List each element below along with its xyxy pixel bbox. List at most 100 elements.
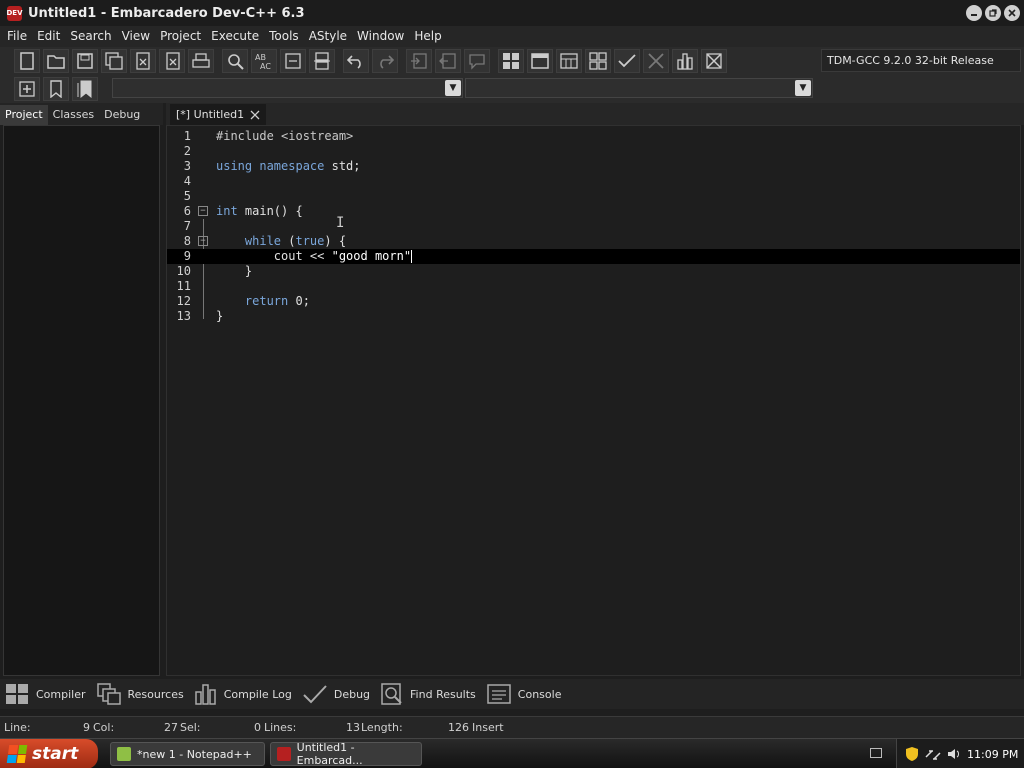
code-rest: cout <<	[273, 249, 332, 263]
menu-tools[interactable]: Tools	[264, 26, 304, 47]
print-icon	[192, 53, 210, 68]
taskbar: start *new 1 - Notepad++ Untitled1 - Emb…	[0, 738, 1024, 768]
goto-bookmark-button[interactable]	[72, 77, 98, 101]
rebuild-icon	[589, 52, 607, 70]
menu-file[interactable]: File	[2, 26, 32, 47]
tab-console[interactable]: Console	[486, 679, 562, 709]
status-sel-label: Sel:	[180, 721, 201, 734]
tab-classes[interactable]: Classes	[48, 105, 99, 125]
compiler-select[interactable]: TDM-GCC 9.2.0 32-bit Release	[821, 49, 1021, 72]
start-label: start	[32, 744, 79, 764]
close-all-button[interactable]	[159, 49, 185, 73]
line-number: 11	[176, 279, 191, 293]
tab-resources[interactable]: Resources	[96, 679, 184, 709]
task-devcpp[interactable]: Untitled1 - Embarcad...	[270, 741, 422, 767]
delete-profile-button[interactable]	[701, 49, 727, 73]
menu-view[interactable]: View	[117, 26, 155, 47]
toggle-bookmark-button[interactable]	[43, 77, 69, 101]
menu-window[interactable]: Window	[352, 26, 409, 47]
network-icon[interactable]	[925, 747, 941, 761]
unindent-icon	[439, 53, 456, 69]
run-button[interactable]	[527, 49, 553, 73]
code-editor[interactable]: 1 #include <iostream> 2 3 using namespac…	[166, 125, 1021, 676]
menu-project[interactable]: Project	[155, 26, 206, 47]
code-rest: (	[281, 234, 296, 248]
security-shield-icon[interactable]	[905, 746, 919, 762]
tab-compiler[interactable]: Compiler	[4, 679, 86, 709]
tab-debug[interactable]: Debug	[99, 105, 145, 125]
editor-tab-untitled1[interactable]: [*] Untitled1	[170, 104, 267, 125]
add-to-project-button[interactable]	[14, 77, 40, 101]
compile-run-icon	[560, 53, 578, 69]
status-insert-mode: Insert	[472, 721, 504, 734]
tab-debug-output[interactable]: Debug	[302, 679, 370, 709]
tab-label: Console	[517, 687, 562, 701]
add-project-icon	[19, 81, 35, 97]
close-file-button[interactable]	[130, 49, 156, 73]
indent-button[interactable]	[406, 49, 432, 73]
console-icon	[487, 684, 511, 704]
close-icon[interactable]	[250, 110, 260, 120]
fold-collapse-icon[interactable]: −	[198, 236, 208, 246]
line-number: 13	[176, 309, 191, 323]
redo-button[interactable]	[372, 49, 398, 73]
split-button[interactable]	[309, 49, 335, 73]
clock: 11:09 PM	[967, 747, 1019, 761]
fold-collapse-icon[interactable]: −	[198, 206, 208, 216]
menu-search[interactable]: Search	[65, 26, 116, 47]
profile-button[interactable]	[672, 49, 698, 73]
minimize-button[interactable]	[966, 5, 982, 21]
close-button[interactable]	[1004, 5, 1020, 21]
unindent-button[interactable]	[435, 49, 461, 73]
code-line: 8 − while (true) {	[167, 234, 1020, 249]
goto-line-button[interactable]	[280, 49, 306, 73]
status-length-value: 126	[448, 721, 469, 734]
comment-button[interactable]	[464, 49, 490, 73]
undo-icon	[347, 55, 361, 69]
save-icon	[77, 53, 93, 69]
tab-label: Resources	[127, 687, 184, 701]
project-tree[interactable]	[3, 125, 160, 676]
line-number: 10	[176, 264, 191, 278]
new-file-button[interactable]	[14, 49, 40, 73]
find-button[interactable]	[222, 49, 248, 73]
menu-execute[interactable]: Execute	[206, 26, 264, 47]
check-syntax-button[interactable]	[614, 49, 640, 73]
rebuild-button[interactable]	[585, 49, 611, 73]
main-toolbar: AB AC	[14, 47, 730, 75]
compile-run-button[interactable]	[556, 49, 582, 73]
find-icon	[228, 54, 244, 70]
chevron-down-icon[interactable]: ▼	[445, 80, 461, 96]
compiler-grid-icon	[6, 684, 28, 704]
replace-button[interactable]: AB AC	[251, 49, 277, 73]
tab-find-results[interactable]: Find Results	[380, 679, 476, 709]
print-button[interactable]	[188, 49, 214, 73]
compile-button[interactable]	[498, 49, 524, 73]
restore-button[interactable]	[985, 5, 1001, 21]
debug-check-icon	[303, 685, 327, 704]
menu-help[interactable]: Help	[409, 26, 446, 47]
task-notepadpp[interactable]: *new 1 - Notepad++	[110, 742, 265, 766]
mouse-ibeam-cursor-icon: I	[336, 215, 345, 231]
chevron-down-icon[interactable]: ▼	[795, 80, 811, 96]
undo-button[interactable]	[343, 49, 369, 73]
save-all-button[interactable]	[101, 49, 127, 73]
menu-astyle[interactable]: AStyle	[304, 26, 352, 47]
open-button[interactable]	[43, 49, 69, 73]
function-combo[interactable]: ▼	[465, 78, 813, 98]
keyword: int	[216, 204, 238, 218]
menu-edit[interactable]: Edit	[32, 26, 65, 47]
keyboard-icon[interactable]	[870, 748, 882, 758]
line-number: 4	[183, 174, 191, 188]
class-combo[interactable]: ▼	[112, 78, 463, 98]
volume-icon[interactable]	[947, 747, 961, 761]
start-button[interactable]: start	[0, 739, 98, 768]
stop-button[interactable]	[643, 49, 669, 73]
open-folder-icon	[47, 55, 65, 69]
save-button[interactable]	[72, 49, 98, 73]
tab-compile-log[interactable]: Compile Log	[194, 679, 292, 709]
indent-icon	[411, 53, 427, 69]
tab-project[interactable]: Project	[0, 105, 48, 125]
code-line: 4	[167, 174, 1020, 189]
